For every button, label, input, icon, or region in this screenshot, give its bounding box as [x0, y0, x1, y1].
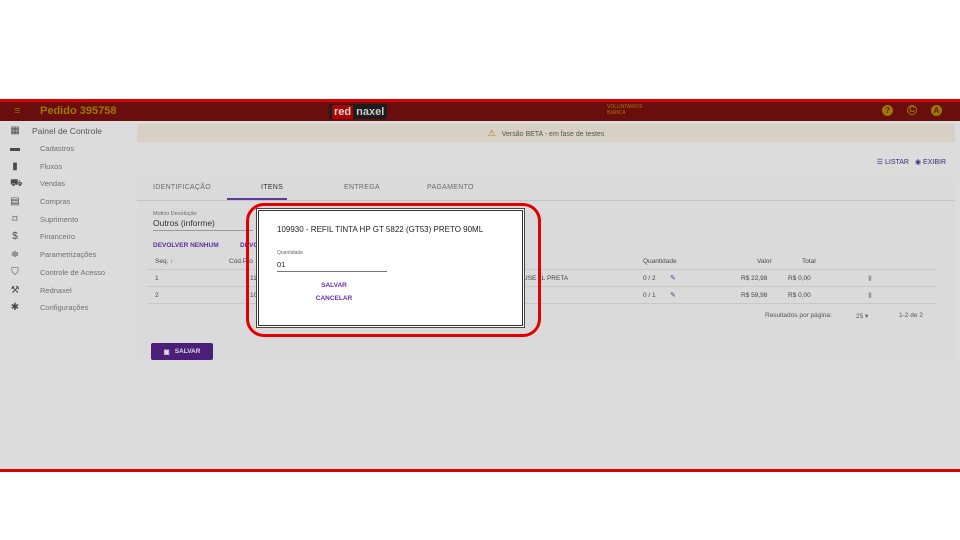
- sidebar-item-cadastros[interactable]: ▬ Cadastros: [0, 141, 130, 158]
- cell-valor: R$ 22,98: [741, 275, 768, 282]
- devolver-nenhum-button[interactable]: DEVOLVER NENHUM: [153, 242, 219, 249]
- shield-icon: ⛉: [11, 267, 19, 278]
- sidebar-item-financeiro[interactable]: $ Financeiro: [0, 229, 130, 246]
- logo-red-part: red: [332, 104, 354, 119]
- sidebar-item-label: Suprimento: [40, 215, 79, 224]
- user-info: VOLUNTARIOS BIANCA: [607, 104, 667, 116]
- dialog-save-button[interactable]: SALVAR: [299, 282, 369, 289]
- sidebar-item-label: Controle de Acesso: [40, 268, 106, 277]
- pager-range: 1-2 de 2: [899, 312, 923, 319]
- quantity-dialog: 109930 - REFIL TINTA HP GT 5822 (GT53) P…: [258, 210, 523, 326]
- tab-itens[interactable]: ITENS: [261, 184, 283, 191]
- sidebar-item-label: Painel de Controle: [32, 126, 102, 136]
- wrench-icon: ⚒: [10, 285, 20, 296]
- save-order-label: SALVAR: [174, 348, 201, 355]
- columns-icon: ▮: [12, 161, 18, 172]
- cart-icon: ⛟: [10, 178, 23, 189]
- logo-text-part: naxel: [356, 105, 385, 118]
- sidebar-item-configuracoes[interactable]: ✱ Configurações: [0, 300, 130, 317]
- sidebar-item-vendas[interactable]: ⛟ Vendas: [0, 176, 130, 193]
- dialog-cancel-button[interactable]: CANCELAR: [299, 295, 369, 302]
- dialog-title: 109930 - REFIL TINTA HP GT 5822 (GT53) P…: [277, 225, 484, 234]
- cell-seq: 1: [155, 275, 159, 282]
- col-valor[interactable]: Valor: [757, 258, 772, 265]
- quantity-label: Quantidade: [277, 250, 303, 256]
- dashboard-icon: ▦: [10, 125, 20, 136]
- tab-entrega[interactable]: ENTREGA: [344, 184, 380, 191]
- user-name: BIANCA: [607, 110, 626, 116]
- box-icon: ⌑: [12, 214, 18, 225]
- motivo-label: Motivo Devolução: [153, 211, 197, 217]
- cell-total: R$ 0,00: [788, 275, 811, 282]
- sidebar-item-label: Fluxos: [40, 162, 63, 171]
- edit-icon[interactable]: ✎: [670, 274, 676, 282]
- sidebar-item-painel[interactable]: ▦ Painel de Controle: [0, 123, 130, 140]
- sidebar-item-parametrizacoes[interactable]: ≑ Parametrizações: [0, 247, 130, 264]
- beta-banner-text: Versão BETA - em fase de testes: [501, 131, 605, 138]
- active-tab-indicator: [227, 198, 287, 200]
- sidebar-item-suprimento[interactable]: ⌑ Suprimento: [0, 212, 130, 229]
- tab-bar: IDENTIFICAÇÃO ITENS ENTREGA PAGAMENTO: [137, 178, 955, 201]
- sidebar-item-label: Cadastros: [40, 144, 75, 153]
- sliders-icon: ≑: [10, 249, 20, 260]
- col-total[interactable]: Total: [802, 258, 816, 265]
- tab-pagamento[interactable]: PAGAMENTO: [427, 184, 474, 191]
- show-label: EXIBIR: [923, 159, 946, 166]
- eye-icon: ◉: [914, 159, 924, 166]
- edit-icon[interactable]: ✎: [670, 291, 676, 299]
- rednaxel-logo: red naxel: [329, 104, 388, 119]
- money-icon: $: [12, 231, 18, 242]
- floppy-icon: ▣: [163, 348, 170, 356]
- cell-valor: R$ 59,98: [741, 292, 768, 299]
- page-title: Pedido 395758: [40, 105, 117, 117]
- pager-label: Resultados por página:: [765, 312, 832, 319]
- folder-icon: ▬: [10, 143, 20, 154]
- sidebar-item-rednaxel[interactable]: ⚒ Rednaxel: [0, 283, 130, 300]
- list-icon: ☰: [876, 159, 885, 166]
- view-actions: ☰ LISTAR ◉ EXIBIR: [877, 158, 946, 166]
- trash-icon[interactable]: ▮: [868, 274, 872, 282]
- col-quantidade[interactable]: Quantidade: [643, 258, 677, 265]
- sidebar-item-label: Vendas: [40, 179, 66, 188]
- sidebar: ▦ Painel de Controle ▬ Cadastros ▮ Fluxo…: [0, 121, 130, 469]
- show-button[interactable]: ◉ EXIBIR: [915, 158, 946, 166]
- cell-qty: 0 / 2: [643, 275, 656, 282]
- sidebar-item-controle-acesso[interactable]: ⛉ Controle de Acesso: [0, 265, 130, 282]
- sidebar-item-label: Configurações: [40, 303, 89, 312]
- list-button[interactable]: ☰ LISTAR: [877, 158, 909, 166]
- sidebar-item-label: Financeiro: [40, 232, 76, 241]
- beta-banner: ⚠ Versão BETA - em fase de testes: [137, 124, 955, 142]
- top-bar: ≡ Pedido 395758 red naxel VOLUNTARIOS BI…: [0, 102, 960, 121]
- col-seq[interactable]: Seq. ↑: [155, 258, 173, 265]
- refresh-icon[interactable]: C: [907, 105, 917, 115]
- gear-icon: ✱: [10, 302, 20, 313]
- per-page-select[interactable]: 25 ▾: [856, 312, 868, 320]
- compras-icon: ▤: [10, 196, 20, 207]
- motivo-underline: [153, 230, 253, 231]
- sidebar-item-label: Parametrizações: [40, 250, 97, 259]
- cell-seq: 2: [155, 292, 159, 299]
- help-icon[interactable]: ?: [882, 105, 893, 116]
- menu-icon[interactable]: ≡: [14, 105, 20, 117]
- sidebar-item-label: Compras: [40, 197, 71, 206]
- sidebar-item-fluxos[interactable]: ▮ Fluxos: [0, 159, 130, 176]
- motivo-select[interactable]: Outros (informe): [153, 218, 215, 228]
- warning-icon: ⚠: [487, 128, 496, 138]
- cell-qty: 0 / 1: [643, 292, 656, 299]
- trash-icon[interactable]: ▮: [868, 291, 872, 299]
- cell-total: R$ 0,00: [788, 292, 811, 299]
- sidebar-item-compras[interactable]: ▤ Compras: [0, 194, 130, 211]
- sidebar-item-label: Rednaxel: [40, 286, 72, 295]
- save-order-button[interactable]: ▣ SALVAR: [151, 343, 213, 360]
- top-icons: ? C A: [882, 105, 942, 116]
- list-label: LISTAR: [884, 159, 909, 166]
- account-icon[interactable]: A: [931, 105, 942, 116]
- tab-identificacao[interactable]: IDENTIFICAÇÃO: [153, 184, 211, 191]
- quantity-input[interactable]: [277, 258, 387, 272]
